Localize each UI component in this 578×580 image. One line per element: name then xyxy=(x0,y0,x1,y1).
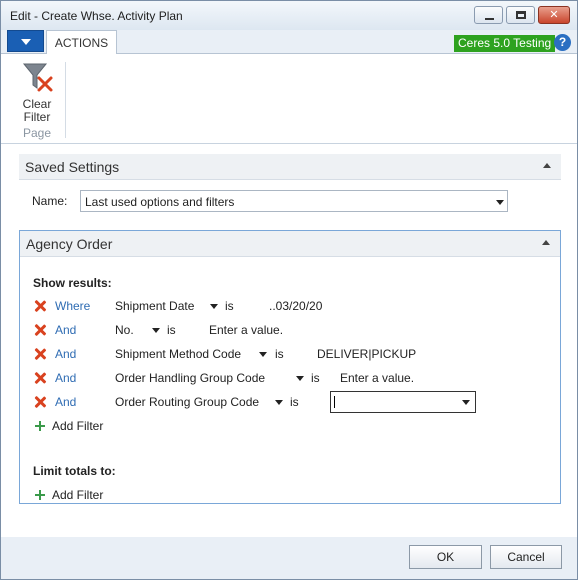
dropdown-triangle-icon xyxy=(21,39,31,45)
title-bar: Edit - Create Whse. Activity Plan ✕ xyxy=(1,1,577,30)
agency-order-panel: Agency Order Show results: Where Shipmen… xyxy=(19,230,561,504)
close-button[interactable]: ✕ xyxy=(538,6,570,24)
chevron-down-icon[interactable] xyxy=(296,376,304,381)
minimize-icon xyxy=(485,18,494,20)
ok-button[interactable]: OK xyxy=(409,545,482,569)
clear-filter-label-line2: Filter xyxy=(23,110,51,124)
filter-field[interactable]: Shipment Method Code xyxy=(115,347,241,361)
filter-row: And Shipment Method Code is DELIVER|PICK… xyxy=(20,346,560,366)
filter-field[interactable]: Order Handling Group Code xyxy=(115,371,265,385)
text-caret xyxy=(334,396,335,408)
filter-row: And No. is Enter a value. xyxy=(20,322,560,342)
saved-settings-title: Saved Settings xyxy=(25,159,120,175)
filter-field[interactable]: No. xyxy=(115,323,134,337)
remove-filter-icon[interactable] xyxy=(34,324,46,336)
limit-add-filter-link[interactable]: Add Filter xyxy=(52,488,103,502)
filter-value[interactable]: DELIVER|PICKUP xyxy=(317,347,416,361)
ribbon-body: Clear Filter Page xyxy=(1,54,577,144)
ribbon-divider xyxy=(65,62,66,138)
add-filter-icon[interactable] xyxy=(35,490,45,500)
filter-value[interactable]: Enter a value. xyxy=(209,323,283,337)
window-title: Edit - Create Whse. Activity Plan xyxy=(10,9,183,23)
add-filter-icon[interactable] xyxy=(35,421,45,431)
agency-order-title: Agency Order xyxy=(26,236,113,252)
filter-conjunction[interactable]: And xyxy=(55,395,76,409)
tab-actions[interactable]: ACTIONS xyxy=(46,30,117,55)
filter-field[interactable]: Shipment Date xyxy=(115,299,194,313)
chevron-down-icon[interactable] xyxy=(275,400,283,405)
filter-conjunction[interactable]: Where xyxy=(55,299,90,313)
agency-order-header[interactable]: Agency Order xyxy=(20,231,560,257)
filter-value-input[interactable] xyxy=(330,391,476,413)
maximize-button[interactable] xyxy=(506,6,535,24)
filter-operator: is xyxy=(167,323,176,337)
remove-filter-icon[interactable] xyxy=(34,348,46,360)
filter-row: And Order Handling Group Code is Enter a… xyxy=(20,370,560,390)
ribbon-group-label: Page xyxy=(22,126,52,140)
chevron-down-icon xyxy=(496,200,504,205)
filter-operator: is xyxy=(311,371,320,385)
minimize-button[interactable] xyxy=(474,6,503,24)
add-filter-link[interactable]: Add Filter xyxy=(52,419,103,433)
remove-filter-icon[interactable] xyxy=(34,396,46,408)
chevron-down-icon xyxy=(462,400,470,405)
company-badge: Ceres 5.0 Testing xyxy=(454,35,556,52)
filter-value[interactable]: Enter a value. xyxy=(340,371,414,385)
maximize-icon xyxy=(516,11,526,19)
saved-settings-name-value: Last used options and filters xyxy=(85,195,235,209)
saved-settings-name-select[interactable]: Last used options and filters xyxy=(80,190,508,212)
remove-filter-icon[interactable] xyxy=(34,372,46,384)
filter-value[interactable]: ..03/20/20 xyxy=(269,299,322,313)
clear-filter-button[interactable]: Clear Filter xyxy=(15,58,59,124)
chevron-down-icon[interactable] xyxy=(259,352,267,357)
filter-row: Where Shipment Date is ..03/20/20 xyxy=(20,298,560,318)
content-area: Saved Settings Name: Last used options a… xyxy=(1,144,577,537)
filter-conjunction[interactable]: And xyxy=(55,347,76,361)
cancel-button[interactable]: Cancel xyxy=(490,545,562,569)
filter-operator: is xyxy=(290,395,299,409)
close-icon: ✕ xyxy=(549,9,559,21)
filter-operator: is xyxy=(275,347,284,361)
show-results-label: Show results: xyxy=(33,276,112,290)
dialog-footer: OK Cancel xyxy=(1,537,577,579)
filter-operator: is xyxy=(225,299,234,313)
application-menu-button[interactable] xyxy=(7,30,44,52)
limit-totals-label: Limit totals to: xyxy=(33,464,116,478)
clear-filter-label: Clear Filter xyxy=(15,98,59,124)
help-icon[interactable]: ? xyxy=(554,34,571,51)
remove-filter-icon[interactable] xyxy=(34,300,46,312)
filter-conjunction[interactable]: And xyxy=(55,323,76,337)
dialog-window: Edit - Create Whse. Activity Plan ✕ ACTI… xyxy=(0,0,578,580)
chevron-down-icon[interactable] xyxy=(210,304,218,309)
collapse-icon[interactable] xyxy=(543,163,551,168)
ribbon-tab-strip: ACTIONS Ceres 5.0 Testing ? xyxy=(1,30,577,55)
filter-row: And Order Routing Group Code is xyxy=(20,391,560,414)
clear-filter-icon xyxy=(22,63,53,92)
filter-field[interactable]: Order Routing Group Code xyxy=(115,395,259,409)
saved-settings-header[interactable]: Saved Settings xyxy=(19,154,561,180)
chevron-down-icon[interactable] xyxy=(152,328,160,333)
collapse-icon[interactable] xyxy=(542,240,550,245)
name-label: Name: xyxy=(32,194,68,208)
filter-conjunction[interactable]: And xyxy=(55,371,76,385)
